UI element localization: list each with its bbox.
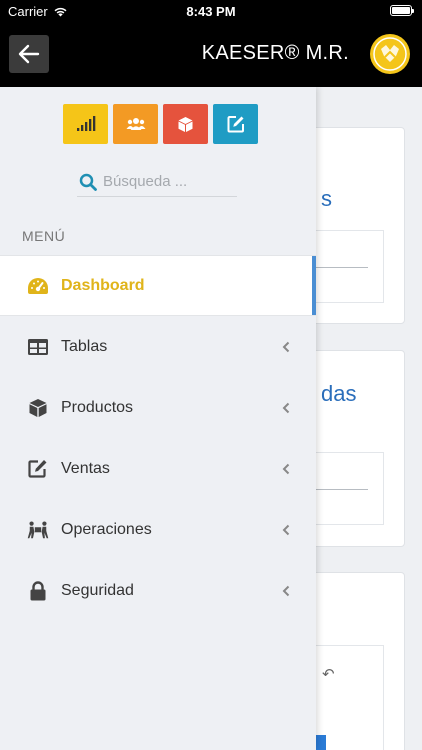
lock-icon	[27, 580, 49, 602]
sidebar-item-label: Productos	[61, 398, 134, 416]
quick-button-sales[interactable]	[213, 104, 258, 144]
side-drawer: MENÚ Dashboard	[0, 87, 316, 750]
undo-icon[interactable]: ↶	[322, 665, 335, 683]
card-1-title-fragment: s	[321, 186, 332, 211]
edit-icon	[227, 116, 244, 133]
search-icon[interactable]	[77, 171, 99, 193]
quick-button-products[interactable]	[163, 104, 208, 144]
search-input[interactable]	[103, 173, 233, 190]
sidebar-item-label: Operaciones	[61, 520, 152, 538]
quick-button-users[interactable]	[113, 104, 158, 144]
sidebar-item-operaciones[interactable]: Operaciones	[0, 499, 316, 560]
table-icon	[27, 336, 49, 358]
search-bar	[77, 167, 237, 197]
quick-buttons	[63, 104, 258, 144]
sidebar-item-label: Tablas	[61, 337, 108, 355]
sidebar-item-tablas[interactable]: Tablas	[0, 316, 316, 377]
sidebar-item-label: Dashboard	[61, 276, 145, 294]
chevron-left-icon	[280, 524, 292, 536]
sidebar-item-label: Seguridad	[61, 581, 134, 599]
sidebar-item-dashboard[interactable]: Dashboard	[0, 255, 316, 316]
status-time: 8:43 PM	[186, 4, 236, 19]
sidebar-item-label: Ventas	[61, 459, 110, 477]
back-button[interactable]	[9, 35, 49, 73]
sidebar-item-seguridad[interactable]: Seguridad	[0, 560, 316, 621]
sidebar-item-productos[interactable]: Productos	[0, 377, 316, 438]
edit-icon	[27, 458, 49, 480]
chevron-left-icon	[280, 463, 292, 475]
sidebar-menu: Dashboard Tablas Productos Ventas Operac…	[0, 255, 316, 621]
users-icon	[126, 118, 145, 130]
dashboard-icon	[27, 275, 49, 297]
box-icon	[178, 116, 193, 132]
quick-button-stats[interactable]	[63, 104, 108, 144]
app-header: KAESER® M.R.	[0, 22, 422, 87]
arrow-left-icon	[18, 44, 40, 64]
sidebar-item-ventas[interactable]: Ventas	[0, 438, 316, 499]
chevron-left-icon	[280, 402, 292, 414]
chart-bar	[316, 735, 326, 750]
menu-heading: MENÚ	[22, 228, 66, 244]
people-carry-icon	[27, 519, 49, 541]
chevron-left-icon	[280, 585, 292, 597]
kaeser-logo[interactable]	[370, 34, 410, 74]
battery-level	[392, 7, 410, 14]
app-title: KAESER® M.R.	[201, 42, 349, 64]
signal-bars-icon	[76, 116, 95, 131]
chevron-left-icon	[280, 341, 292, 353]
cube-icon	[27, 397, 49, 419]
status-bar: Carrier 8:43 PM	[0, 0, 422, 22]
logo-mark	[373, 37, 407, 71]
battery-icon	[390, 5, 414, 16]
card-2-title-fragment: das	[321, 381, 357, 406]
